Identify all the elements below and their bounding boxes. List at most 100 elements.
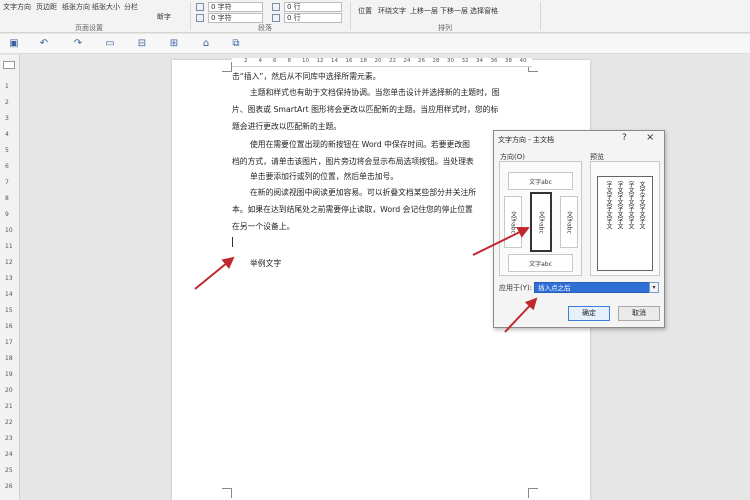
indent-left-input[interactable]: 0 字符 <box>208 2 263 12</box>
ruler-tick-label: 40 <box>519 58 527 64</box>
help-icon[interactable]: ? <box>622 133 627 143</box>
crop-mark <box>222 62 232 72</box>
orientation-button[interactable]: 纸张方向 <box>62 2 90 12</box>
wrap-text-button[interactable]: 环绕文字 <box>378 6 406 16</box>
ruler-tick-label: 20 <box>374 58 382 64</box>
preview-page: 文字字文字文字文 字文字文字文字文 字文字文字文字文 字文字文字文字文 <box>597 176 653 271</box>
print-preview-icon[interactable]: ▭ <box>104 38 116 50</box>
orientation-bottom-option[interactable]: 文字abc <box>508 254 573 272</box>
close-icon[interactable]: × <box>646 132 654 143</box>
selection-pane-button[interactable]: 选择窗格 <box>470 6 498 16</box>
doc-paragraph-line: 在另一个设备上。 <box>232 222 295 231</box>
ruler-tick-label: 24 <box>5 451 13 458</box>
ruler-tick-label: 22 <box>5 419 13 426</box>
ruler-tick-label: 8 <box>287 58 292 64</box>
bring-forward-button[interactable]: 上移一层 <box>410 6 438 16</box>
ruler-tick-label: 6 <box>5 163 9 170</box>
copy-icon[interactable]: ⧉ <box>230 38 242 50</box>
orientation-options: 文字abc 文字abc 文字abc 文字abc 文字abc <box>499 161 582 276</box>
margins-button[interactable]: 页边距 <box>36 2 57 12</box>
ruler-tick-label: 14 <box>331 58 338 64</box>
indent-right-input[interactable]: 0 字符 <box>208 13 263 23</box>
ruler-tick-label: 12 <box>5 259 13 266</box>
arrange-group-label: 排列 <box>438 24 452 32</box>
vertical-ruler: 1 2 3 4 5 6 7 8 9 10 11 12 13 14 15 16 17 18 19 20 21 22 23 24 2… <box>0 55 20 500</box>
cancel-button[interactable]: 取消 <box>618 306 660 321</box>
ruler-tick-label: 6 <box>273 58 277 64</box>
preview-text-column: 字文字文字文字文 <box>627 181 634 229</box>
group-separator <box>350 2 351 30</box>
orientation-horizontal-option[interactable]: 文字abc <box>508 172 573 190</box>
preview-panel: 文字字文字文字文 字文字文字文字文 字文字文字文字文 字文字文字文字文 <box>590 161 660 276</box>
ok-button[interactable]: 确定 <box>568 306 610 321</box>
ruler-tick-label: 10 <box>302 58 309 64</box>
text-cursor <box>232 237 233 247</box>
crop-mark <box>528 488 538 498</box>
crop-mark <box>222 488 232 498</box>
ruler-tick-label: 8 <box>5 195 9 202</box>
columns-button[interactable]: 分栏 <box>124 2 138 12</box>
ruler-tick-label: 2 <box>5 99 9 106</box>
preview-text-column: 文字字文字文字文 <box>638 181 645 229</box>
ruler-tick-label: 5 <box>5 147 9 154</box>
indent-right-icon <box>196 14 204 22</box>
apply-to-value: 插入点之后 <box>538 284 571 292</box>
spacing-before-icon <box>272 3 280 11</box>
paragraph-group-label: 段落 <box>258 24 272 32</box>
folder-icon[interactable]: ⌂ <box>200 38 212 50</box>
orientation-rotate-left-option[interactable]: 文字abc <box>504 196 522 248</box>
page-setup-group-label: 页面设置 <box>75 24 103 32</box>
doc-paragraph-line: 使用在需要位置出现的新按钮在 Word 中保存时间。若要更改图 <box>250 140 470 149</box>
ruler-tick-label: 36 <box>490 58 498 64</box>
ruler-tick-label: 16 <box>345 58 353 64</box>
ruler-tick-label: 4 <box>5 131 9 138</box>
undo-icon[interactable]: ↶ <box>38 38 50 50</box>
ruler-tick-label: 3 <box>5 115 9 122</box>
ruler-tick-label: 19 <box>5 371 13 378</box>
redo-icon[interactable]: ↷ <box>72 38 84 50</box>
ruler-tick-label: 30 <box>447 58 454 64</box>
text-direction-button[interactable]: 文字方向 <box>3 2 31 12</box>
ruler-tick-label: 26 <box>418 58 425 64</box>
ruler-margin-marker[interactable] <box>3 61 15 69</box>
chevron-down-icon[interactable]: ▾ <box>649 282 659 293</box>
ruler-tick-label: 22 <box>389 58 396 64</box>
spacing-after-input[interactable]: 0 行 <box>284 13 342 23</box>
apply-to-label: 应用于(Y): <box>499 284 533 292</box>
ruler-tick-label: 24 <box>403 58 411 64</box>
preview-text-column: 字文字文字文字文 <box>616 181 623 229</box>
doc-paragraph-line: 击“插入”，然后从不同库中选择所需元素。 <box>232 72 381 81</box>
ruler-tick-label: 21 <box>5 403 13 410</box>
spacing-before-input[interactable]: 0 行 <box>284 2 342 12</box>
ruler-tick-label: 28 <box>432 58 440 64</box>
doc-paragraph-line: 在新的阅读视图中阅读更加容易。可以折叠文档某些部分并关注所 <box>250 188 477 197</box>
hyphenation-button[interactable]: 断字 <box>157 12 171 22</box>
orientation-rotate-right-option[interactable]: 文字abc <box>560 196 578 248</box>
ruler-tick-label: 18 <box>360 58 367 64</box>
apply-to-select[interactable]: 插入点之后 ▾ <box>534 282 659 293</box>
ruler-tick-label: 25 <box>5 467 13 474</box>
ruler-tick-label: 17 <box>5 339 13 346</box>
ruler-tick-label: 10 <box>5 227 13 234</box>
ruler-tick-label: 16 <box>5 323 13 330</box>
send-backward-button[interactable]: 下移一层 <box>440 6 468 16</box>
ruler-tick-label: 34 <box>476 58 483 64</box>
insert-icon[interactable]: ⊞ <box>168 38 180 50</box>
ruler-tick-label: 1 <box>5 83 9 90</box>
group-separator <box>540 2 541 30</box>
ruler-tick-label: 15 <box>5 307 13 314</box>
save-icon[interactable]: ▣ <box>8 38 20 50</box>
indent-left-icon <box>196 3 204 11</box>
orientation-vertical-option-selected[interactable]: 文字abc <box>530 192 552 252</box>
quick-access-toolbar: ▣ ↶ ↷ ▭ ⊟ ⊞ ⌂ ⧉ <box>0 34 750 54</box>
ruler-tick-label: 7 <box>5 179 9 186</box>
position-button[interactable]: 位置 <box>358 6 372 16</box>
ruler-tick-label: 14 <box>5 291 13 298</box>
group-separator <box>190 2 191 30</box>
size-button[interactable]: 纸张大小 <box>92 2 120 12</box>
ruler-tick-label: 38 <box>505 58 512 64</box>
doc-paragraph-line: 主题和样式也有助于文档保持协调。当您单击设计并选择新的主题时，图 <box>250 88 500 97</box>
ruler-tick-label: 18 <box>5 355 13 362</box>
layout-icon[interactable]: ⊟ <box>136 38 148 50</box>
dialog-title: 文字方向 - 主文档 <box>498 136 554 144</box>
